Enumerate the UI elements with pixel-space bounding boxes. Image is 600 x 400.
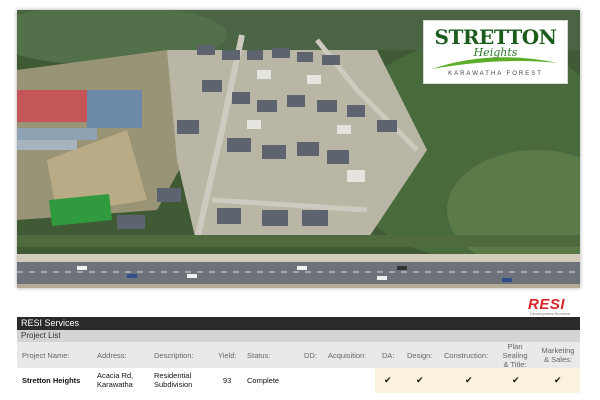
row-description: Residential Subdivision <box>154 371 192 389</box>
table-header-row: Project Name: Address: Description: Yiel… <box>17 342 580 369</box>
header-yield: Yield: <box>218 351 237 360</box>
resi-tagline: Development Services <box>530 311 571 316</box>
check-icon: ✔ <box>554 375 562 385</box>
header-acquisition: Acquisition: <box>328 351 367 360</box>
resi-logo: RESI Development Services <box>528 296 580 316</box>
check-icon: ✔ <box>512 375 520 385</box>
row-address-line1: Acacia Rd, <box>97 371 134 380</box>
project-list-bar: Project List <box>17 330 580 342</box>
header-address: Address: <box>97 351 127 360</box>
logo-subtitle: KARAWATHA FOREST <box>448 71 543 77</box>
row-address: Acacia Rd, Karawatha <box>97 371 133 389</box>
header-marketing-line2: & Sales: <box>544 355 572 364</box>
row-description-line2: Subdivision <box>154 380 193 389</box>
table-row: Stretton Heights Acacia Rd, Karawatha Re… <box>17 368 580 393</box>
row-project-name: Stretton Heights <box>22 376 81 385</box>
status-highlight <box>375 368 580 393</box>
stretton-heights-logo: STRETTON Heights KARAWATHA FOREST <box>423 20 568 84</box>
services-title-bar: RESI Services <box>17 317 580 330</box>
check-icon: ✔ <box>465 375 473 385</box>
header-construction: Construction: <box>444 351 489 360</box>
header-marketing: Marketing & Sales: <box>537 346 579 364</box>
header-status: Status: <box>247 351 271 360</box>
header-description: Description: <box>154 351 194 360</box>
logo-script: Heights <box>473 46 518 59</box>
header-plan-sealing-line2: Sealing <box>502 351 528 360</box>
header-da: DA: <box>382 351 395 360</box>
row-description-line1: Residential <box>154 371 192 380</box>
row-yield: 93 <box>223 376 232 385</box>
header-project-name: Project Name: <box>22 351 70 360</box>
services-title: RESI Services <box>21 318 80 328</box>
header-plan-sealing-line1: Plan <box>507 342 523 351</box>
header-dd: DD: <box>304 351 317 360</box>
project-list-title: Project List <box>21 331 61 340</box>
header-marketing-line1: Marketing <box>541 346 575 355</box>
header-plan-sealing: Plan Sealing & Title: <box>497 342 533 369</box>
check-icon: ✔ <box>384 375 392 385</box>
row-address-line2: Karawatha <box>97 380 133 389</box>
check-icon: ✔ <box>416 375 424 385</box>
header-design: Design: <box>407 351 433 360</box>
row-status: Complete <box>247 376 280 385</box>
